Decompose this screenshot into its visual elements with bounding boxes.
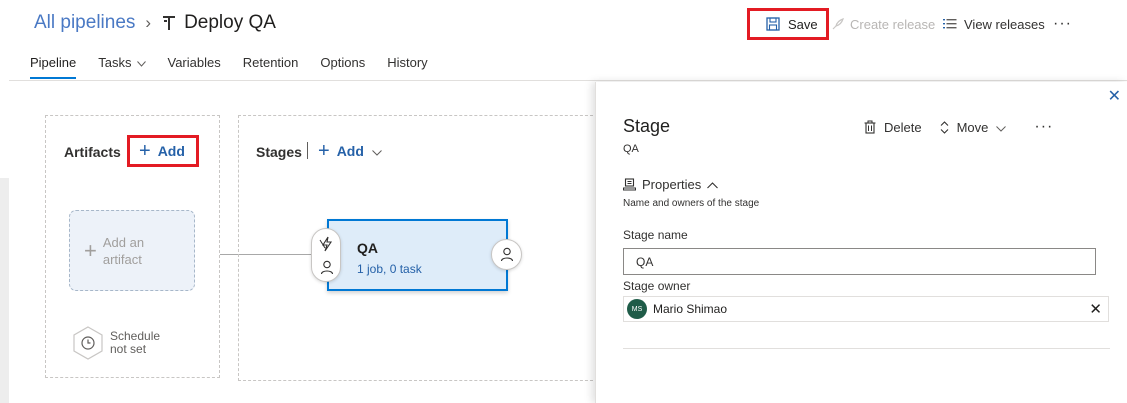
panel-title: Stage — [623, 116, 671, 136]
stages-title: Stages — [256, 144, 302, 160]
stage-card-summary[interactable]: 1 job, 0 task — [357, 262, 422, 276]
schedule-text: Schedule not set — [110, 330, 160, 356]
panel-more-icon[interactable]: ··· — [1034, 118, 1053, 136]
add-artifact-line2: artifact — [102, 251, 142, 267]
more-actions-icon[interactable]: ··· — [1053, 8, 1072, 40]
add-artifact-label: Add — [157, 143, 185, 159]
properties-section-toggle[interactable]: Properties — [623, 177, 724, 192]
plus-icon: + — [318, 140, 330, 162]
chevron-down-icon — [136, 55, 146, 70]
chevron-up-icon — [707, 177, 724, 192]
properties-description: Name and owners of the stage — [623, 198, 760, 209]
tab-options[interactable]: Options — [320, 52, 365, 80]
up-down-icon — [940, 120, 948, 134]
tab-label: Pipeline — [30, 55, 77, 70]
add-stage-label: Add — [336, 143, 364, 159]
tab-retention[interactable]: Retention — [243, 52, 299, 80]
schedule-trigger[interactable]: Schedule not set — [72, 326, 160, 360]
create-release-label: Create release — [850, 16, 936, 32]
properties-label: Properties — [642, 177, 702, 192]
properties-icon — [623, 178, 636, 191]
save-button[interactable]: Save — [747, 8, 829, 40]
close-icon[interactable]: ✕ — [1108, 86, 1121, 106]
delete-stage-button[interactable]: Delete — [864, 120, 922, 135]
stage-name-label: Stage name — [623, 228, 688, 242]
move-stage-button[interactable]: Move — [940, 120, 1015, 135]
person-icon — [500, 247, 513, 262]
artifacts-title: Artifacts — [64, 144, 121, 160]
plus-icon: + — [139, 140, 151, 162]
stage-name-input[interactable] — [623, 248, 1096, 275]
view-releases-button[interactable]: View releases — [943, 8, 1045, 40]
tab-variables[interactable]: Variables — [168, 52, 221, 80]
create-release-button[interactable]: Create release — [831, 8, 935, 40]
add-artifact-line1: Add an — [102, 234, 145, 250]
panel-divider — [623, 348, 1110, 349]
stages-separator — [307, 142, 308, 159]
panel-subtitle: QA — [623, 143, 639, 155]
chevron-down-icon — [996, 120, 1014, 135]
save-label: Save — [788, 16, 818, 32]
clock-icon — [73, 326, 103, 360]
move-label: Move — [956, 119, 989, 135]
stage-card-qa[interactable]: QA 1 job, 0 task — [327, 219, 508, 291]
tabs-divider — [9, 80, 1127, 81]
panel-actions: Delete Move ··· — [864, 118, 1053, 136]
add-stage-button[interactable]: + Add — [318, 141, 382, 161]
stage-card-name: QA — [357, 240, 378, 256]
delete-label: Delete — [884, 119, 922, 135]
tab-pipeline[interactable]: Pipeline — [30, 52, 77, 80]
tab-label: Tasks — [98, 55, 132, 70]
person-icon — [320, 260, 334, 275]
post-deployment-conditions[interactable] — [491, 239, 522, 270]
trash-icon — [864, 120, 876, 134]
left-gutter — [0, 178, 9, 403]
tab-label: Variables — [167, 55, 221, 70]
pipeline-tabs: Pipeline Tasks Variables Retention Optio… — [30, 52, 450, 80]
tab-tasks[interactable]: Tasks — [98, 52, 146, 80]
schedule-line2: not set — [110, 342, 147, 356]
clear-owner-icon[interactable]: ✕ — [1089, 300, 1102, 318]
tab-label: Retention — [242, 55, 299, 70]
add-artifact-placeholder[interactable]: + Add an artifact — [69, 210, 195, 291]
stage-owner-field[interactable]: MS Mario Shimao ✕ — [623, 296, 1109, 322]
list-icon — [943, 19, 957, 29]
add-artifact-text: Add an artifact — [103, 234, 144, 268]
pre-deployment-conditions[interactable] — [311, 228, 341, 282]
top-toolbar: Save Create release View releases ··· — [0, 8, 1127, 40]
tab-label: Options — [320, 55, 366, 70]
add-artifact-button[interactable]: + Add — [127, 135, 199, 167]
stage-properties-panel: ✕ Stage QA Delete Move ··· Properties Na… — [595, 82, 1127, 403]
tab-history[interactable]: History — [387, 52, 427, 80]
lightning-icon — [319, 236, 333, 252]
save-icon — [766, 17, 780, 31]
rocket-icon — [832, 17, 844, 29]
avatar: MS — [627, 299, 647, 319]
owner-name: Mario Shimao — [653, 302, 728, 316]
view-releases-label: View releases — [964, 16, 1045, 32]
schedule-line1: Schedule — [110, 329, 161, 343]
chevron-down-icon — [372, 143, 382, 159]
plus-icon: + — [84, 237, 97, 263]
stage-owner-label: Stage owner — [623, 279, 691, 293]
tab-label: History — [387, 55, 428, 70]
